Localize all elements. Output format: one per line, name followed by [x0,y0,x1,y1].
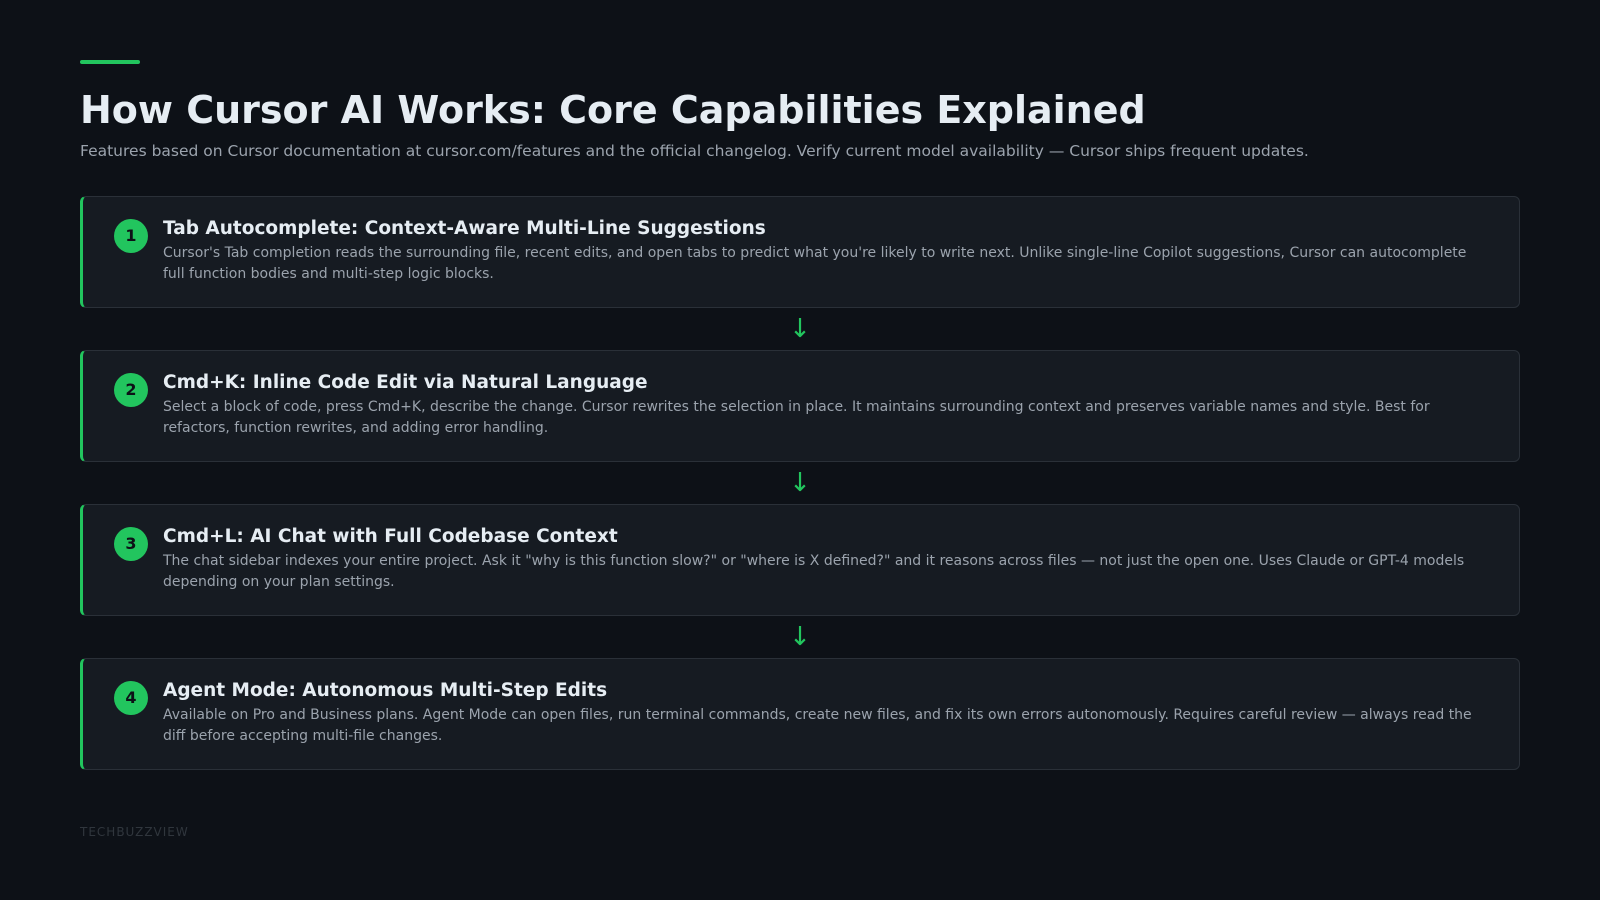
accent-bar [80,60,140,64]
step-description: Select a block of code, press Cmd+K, des… [163,399,1430,436]
step-card-3: 3 Cmd+L: AI Chat with Full Codebase Cont… [80,504,1520,616]
infographic-page: How Cursor AI Works: Core Capabilities E… [0,0,1600,900]
down-arrow-icon: ↓ [789,314,811,344]
step-number-badge: 3 [114,527,148,561]
step-card-1: 1 Tab Autocomplete: Context-Aware Multi-… [80,196,1520,308]
step-number-badge: 1 [114,219,148,253]
steps-list: 1 Tab Autocomplete: Context-Aware Multi-… [80,196,1520,770]
page-subtitle: Features based on Cursor documentation a… [80,142,1309,160]
step-number-badge: 2 [114,373,148,407]
down-arrow-icon: ↓ [789,468,811,498]
step-card-4: 4 Agent Mode: Autonomous Multi-Step Edit… [80,658,1520,770]
step-title: Agent Mode: Autonomous Multi-Step Edits [163,680,608,701]
step-number-badge: 4 [114,681,148,715]
page-title: How Cursor AI Works: Core Capabilities E… [80,88,1146,132]
step-description: The chat sidebar indexes your entire pro… [163,553,1465,590]
step-card-2: 2 Cmd+K: Inline Code Edit via Natural La… [80,350,1520,462]
step-title: Cmd+K: Inline Code Edit via Natural Lang… [163,372,648,393]
step-description: Available on Pro and Business plans. Age… [163,707,1472,744]
step-title: Tab Autocomplete: Context-Aware Multi-Li… [163,218,766,239]
step-description: Cursor's Tab completion reads the surrou… [163,245,1467,282]
step-title: Cmd+L: AI Chat with Full Codebase Contex… [163,526,618,547]
footer-brand: TECHBUZZVIEW [80,825,189,839]
down-arrow-icon: ↓ [789,622,811,652]
